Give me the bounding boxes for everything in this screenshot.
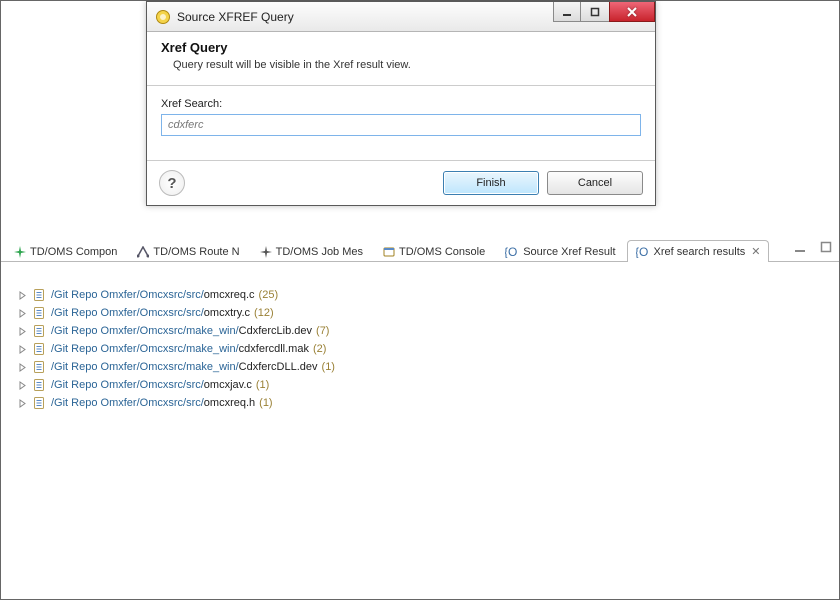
view-tabstrip: TD/OMS Compon TD/OMS Route N TD/OMS Job …: [1, 238, 839, 262]
file-icon: [31, 305, 47, 321]
result-path: /Git Repo Omxfer/Omcxsrc/src/: [51, 307, 204, 319]
sparkle-icon: [14, 246, 26, 258]
sparkle-icon: [260, 246, 272, 258]
result-count: (1): [259, 397, 272, 409]
tab-tdoms-compon[interactable]: TD/OMS Compon: [5, 240, 126, 262]
app-icon: [155, 9, 171, 25]
result-row[interactable]: /Git Repo Omxfer/Omcxsrc/src/omcxreq.c (2…: [17, 286, 829, 304]
expand-icon[interactable]: [17, 290, 27, 300]
result-row[interactable]: /Git Repo Omxfer/Omcxsrc/src/omcxreq.h (1…: [17, 394, 829, 412]
svg-text:{O: {O: [636, 246, 648, 258]
result-count: (2): [313, 343, 326, 355]
brace-icon: {O: [505, 246, 519, 258]
result-path: /Git Repo Omxfer/Omcxsrc/make_win/: [51, 325, 239, 337]
result-filename: omcxtry.c: [204, 307, 250, 319]
view-controls: [793, 238, 833, 260]
brace-icon: {O: [636, 246, 650, 258]
file-icon: [31, 395, 47, 411]
result-row[interactable]: /Git Repo Omxfer/Omcxsrc/src/omcxtry.c (1…: [17, 304, 829, 322]
dialog-titlebar[interactable]: Source XFREF Query: [147, 2, 655, 32]
xref-search-input[interactable]: [161, 114, 641, 136]
tab-label: TD/OMS Console: [399, 246, 485, 258]
file-icon: [31, 359, 47, 375]
minimize-view-icon[interactable]: [793, 240, 807, 259]
expand-icon[interactable]: [17, 308, 27, 318]
result-row[interactable]: /Git Repo Omxfer/Omcxsrc/make_win/Cdxfer…: [17, 322, 829, 340]
route-icon: [137, 246, 149, 258]
finish-button[interactable]: Finish: [443, 171, 539, 195]
dialog-footer: ? Finish Cancel: [147, 161, 655, 205]
result-filename: omcxreq.c: [204, 289, 255, 301]
header-title: Xref Query: [161, 40, 641, 55]
result-count: (12): [254, 307, 274, 319]
help-button[interactable]: ?: [159, 170, 185, 196]
tab-label: TD/OMS Route N: [153, 246, 239, 258]
expand-icon[interactable]: [17, 380, 27, 390]
result-path: /Git Repo Omxfer/Omcxsrc/src/: [51, 289, 204, 301]
cancel-button[interactable]: Cancel: [547, 171, 643, 195]
maximize-view-icon[interactable]: [819, 240, 833, 259]
minimize-button[interactable]: [553, 2, 581, 22]
dialog-title: Source XFREF Query: [177, 10, 294, 24]
tab-tdoms-route[interactable]: TD/OMS Route N: [128, 240, 248, 262]
result-count: (7): [316, 325, 329, 337]
tab-tdoms-job[interactable]: TD/OMS Job Mes: [251, 240, 372, 262]
result-path: /Git Repo Omxfer/Omcxsrc/make_win/: [51, 361, 239, 373]
search-results-tree[interactable]: /Git Repo Omxfer/Omcxsrc/src/omcxreq.c (2…: [1, 262, 839, 599]
result-filename: omcxjav.c: [204, 379, 252, 391]
xref-query-dialog: Source XFREF Query Xref Query Query resu…: [146, 1, 656, 206]
tab-tdoms-console[interactable]: TD/OMS Console: [374, 240, 494, 262]
result-count: (1): [322, 361, 335, 373]
close-button[interactable]: [609, 2, 655, 22]
file-icon: [31, 323, 47, 339]
result-path: /Git Repo Omxfer/Omcxsrc/src/: [51, 379, 204, 391]
tab-label: Source Xref Result: [523, 246, 615, 258]
dialog-body: Xref Search:: [147, 86, 655, 161]
tab-label: TD/OMS Compon: [30, 246, 117, 258]
expand-icon[interactable]: [17, 326, 27, 336]
result-filename: CdxfercLib.dev: [239, 325, 312, 337]
file-icon: [31, 377, 47, 393]
search-label: Xref Search:: [161, 98, 641, 110]
tab-label: Xref search results: [654, 246, 746, 258]
result-count: (1): [256, 379, 269, 391]
result-row[interactable]: /Git Repo Omxfer/Omcxsrc/make_win/cdxfer…: [17, 340, 829, 358]
result-path: /Git Repo Omxfer/Omcxsrc/src/: [51, 397, 204, 409]
expand-icon[interactable]: [17, 398, 27, 408]
result-path: /Git Repo Omxfer/Omcxsrc/make_win/: [51, 343, 239, 355]
expand-icon[interactable]: [17, 344, 27, 354]
file-icon: [31, 341, 47, 357]
tab-xref-search-results[interactable]: {O Xref search results ✕: [627, 240, 770, 262]
result-count: (25): [259, 289, 279, 301]
maximize-button[interactable]: [580, 2, 610, 22]
result-row[interactable]: /Git Repo Omxfer/Omcxsrc/make_win/Cdxfer…: [17, 358, 829, 376]
result-filename: CdxfercDLL.dev: [239, 361, 318, 373]
file-icon: [31, 287, 47, 303]
console-icon: [383, 246, 395, 258]
tab-source-xref[interactable]: {O Source Xref Result: [496, 240, 624, 262]
result-row[interactable]: /Git Repo Omxfer/Omcxsrc/src/omcxjav.c (1…: [17, 376, 829, 394]
header-subtitle: Query result will be visible in the Xref…: [173, 59, 641, 71]
svg-text:{O: {O: [505, 246, 517, 258]
result-filename: cdxfercdll.mak: [239, 343, 309, 355]
tab-close-icon[interactable]: ✕: [751, 245, 760, 258]
dialog-header: Xref Query Query result will be visible …: [147, 32, 655, 86]
expand-icon[interactable]: [17, 362, 27, 372]
result-filename: omcxreq.h: [204, 397, 255, 409]
tab-label: TD/OMS Job Mes: [276, 246, 363, 258]
